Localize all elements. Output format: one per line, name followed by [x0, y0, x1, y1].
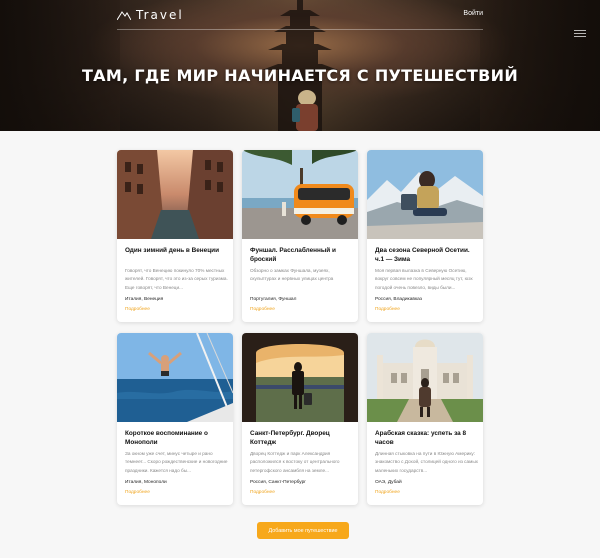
trip-card[interactable]: Фуншал. Расслабленный и броский Обзорно … [242, 150, 358, 322]
card-description: Дворец Коттедж и парк Александрия распол… [250, 451, 340, 473]
petersburg-window-image [242, 333, 358, 422]
card-description: Моя первая вылазка в Северную Осетию, во… [375, 268, 473, 290]
funchal-van-image [242, 150, 358, 239]
card-title[interactable]: Один зимний день в Венеции [125, 247, 229, 256]
card-description: За окном уже счет, минус четыре и рано т… [125, 451, 228, 473]
top-nav: Travel Войти [117, 0, 483, 30]
card-location: Россия, Санкт-Петербург [250, 480, 307, 485]
card-title[interactable]: Санкт-Петербург. Дворец Коттедж [250, 430, 354, 447]
trip-card[interactable]: Санкт-Петербург. Дворец Коттедж Дворец К… [242, 333, 358, 505]
monopoli-sea-image [117, 333, 233, 422]
card-description: Обзорно о замках Фуншала, музеях, скульп… [250, 268, 334, 282]
card-more-link[interactable]: Подробнее [125, 490, 150, 495]
trip-card[interactable]: Один зимний день в Венеции Говорят, что … [117, 150, 233, 322]
card-more-link[interactable]: Подробнее [250, 490, 275, 495]
card-location: Россия, Владикавказ [375, 297, 422, 302]
card-location: Португалия, Фуншал [250, 297, 297, 302]
arabian-palace-image [367, 333, 483, 422]
card-description: Длинная стыковка на пути в Южную Америку… [375, 451, 479, 473]
card-title[interactable]: Короткое воспоминание о Монополи [125, 430, 229, 447]
card-more-link[interactable]: Подробнее [125, 307, 150, 312]
mountain-logo-icon [117, 11, 131, 20]
card-location: Италия, Венеция [125, 297, 164, 302]
logo[interactable]: Travel [117, 8, 184, 22]
card-more-link[interactable]: Подробнее [375, 307, 400, 312]
card-title[interactable]: Арабская сказка: успеть за 8 часов [375, 430, 479, 447]
card-location: Италия, Монополи [125, 480, 167, 485]
card-more-link[interactable]: Подробнее [250, 307, 275, 312]
login-link[interactable]: Войти [463, 10, 483, 17]
card-title[interactable]: Фуншал. Расслабленный и броский [250, 247, 354, 264]
add-trip-button[interactable]: Добавить мое путешествие [257, 522, 349, 539]
menu-icon[interactable] [574, 30, 586, 39]
traveler-silhouette [292, 90, 318, 131]
card-location: ОАЭ, Дубай [375, 480, 402, 485]
trip-card[interactable]: Два сезона Северной Осетии. ч.1 — Зима М… [367, 150, 483, 322]
trip-card[interactable]: Короткое воспоминание о Монополи За окно… [117, 333, 233, 505]
card-more-link[interactable]: Подробнее [375, 490, 400, 495]
venice-canal-image [117, 150, 233, 239]
card-description: Говорят, что Венецию покинуло 70% местны… [125, 268, 228, 290]
hero-title: ТАМ, ГДЕ МИР НАЧИНАЕТСЯ С ПУТЕШЕСТВИЙ [81, 66, 519, 85]
trip-card[interactable]: Арабская сказка: успеть за 8 часов Длинн… [367, 333, 483, 505]
ossetia-mountains-image [367, 150, 483, 239]
card-title[interactable]: Два сезона Северной Осетии. ч.1 — Зима [375, 247, 479, 264]
hero-banner: Travel Войти ТАМ, ГДЕ МИР НАЧИНАЕТСЯ С П… [0, 0, 600, 131]
logo-text: Travel [136, 8, 184, 22]
